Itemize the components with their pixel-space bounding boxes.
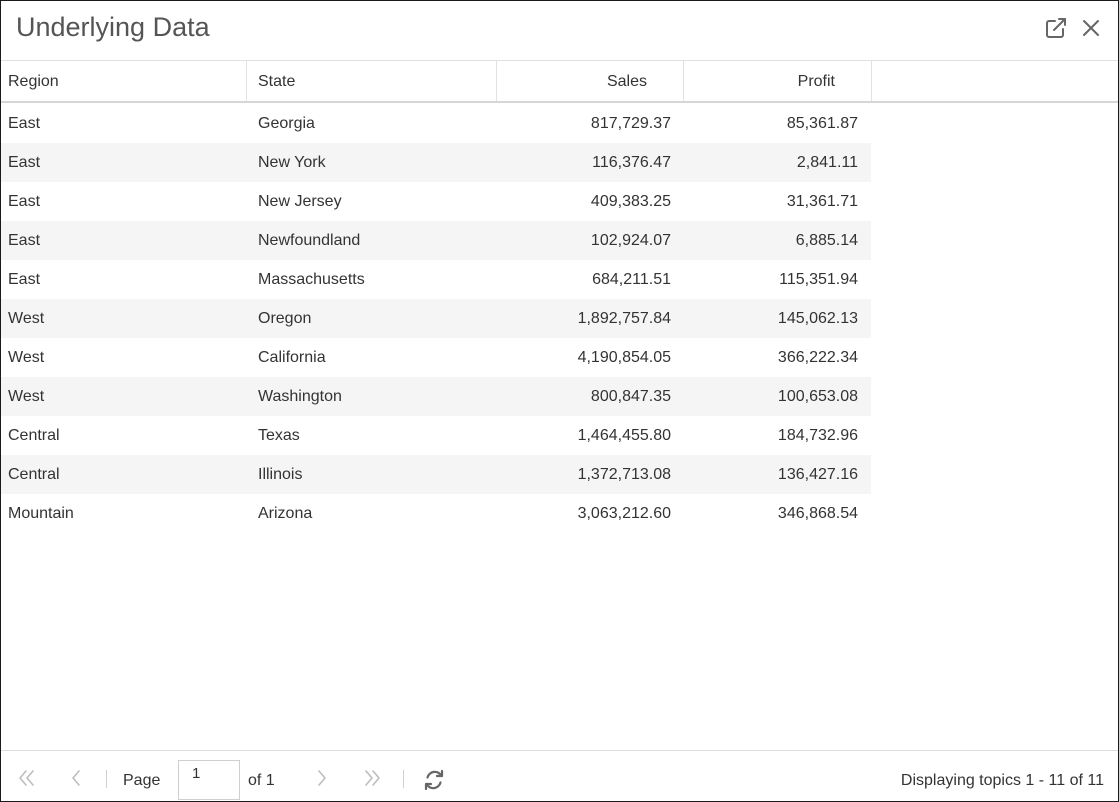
refresh-icon[interactable] [422, 768, 446, 792]
cell-region: East [8, 193, 41, 210]
cell-sales: 4,190,854.05 [577, 349, 671, 366]
cell-region: West [8, 349, 45, 366]
grid-body: East Georgia 817,729.37 85,361.87 East N… [1, 104, 1118, 533]
column-header-region[interactable]: Region [1, 61, 247, 101]
table-row[interactable]: East Massachusetts 684,211.51 115,351.94 [1, 260, 871, 299]
chevron-right-icon[interactable] [311, 767, 333, 789]
cell-state: New Jersey [258, 193, 342, 210]
table-row[interactable]: East Newfoundland 102,924.07 6,885.14 [1, 221, 871, 260]
cell-sales: 102,924.07 [590, 232, 671, 249]
cell-sales: 1,892,757.84 [577, 310, 671, 327]
external-link-icon[interactable] [1043, 15, 1069, 41]
column-header-sales[interactable]: Sales [497, 61, 684, 101]
cell-state: Georgia [258, 115, 315, 132]
cell-state: California [258, 349, 326, 366]
page-count-label: of 1 [248, 772, 275, 789]
cell-profit: 85,361.87 [786, 115, 858, 132]
cell-sales: 3,063,212.60 [577, 505, 671, 522]
cell-state: Arizona [258, 505, 313, 522]
title-bar: Underlying Data [1, 1, 1118, 61]
cell-sales: 800,847.35 [590, 388, 671, 405]
cell-profit: 2,841.11 [796, 154, 858, 171]
cell-state: Washington [258, 388, 342, 405]
separator [106, 770, 107, 788]
cell-state: Texas [258, 427, 300, 444]
chevron-left-icon[interactable] [65, 767, 87, 789]
cell-state: Illinois [258, 466, 303, 483]
cell-profit: 346,868.54 [777, 505, 858, 522]
cell-sales: 409,383.25 [590, 193, 671, 210]
page-number-input[interactable] [178, 760, 240, 800]
cell-region: West [8, 388, 45, 405]
table-row[interactable]: West California 4,190,854.05 366,222.34 [1, 338, 871, 377]
double-chevron-right-icon[interactable] [361, 767, 383, 789]
separator [403, 770, 404, 788]
cell-region: West [8, 310, 45, 327]
cell-region: East [8, 232, 41, 249]
cell-state: New York [258, 154, 326, 171]
cell-state: Oregon [258, 310, 312, 327]
dialog-title: Underlying Data [16, 12, 210, 42]
cell-region: East [8, 271, 41, 288]
double-chevron-left-icon[interactable] [16, 767, 38, 789]
cell-profit: 100,653.08 [777, 388, 858, 405]
cell-region: Central [8, 427, 60, 444]
cell-sales: 1,372,713.08 [577, 466, 671, 483]
table-row[interactable]: West Washington 800,847.35 100,653.08 [1, 377, 871, 416]
table-row[interactable]: West Oregon 1,892,757.84 145,062.13 [1, 299, 871, 338]
table-row[interactable]: Central Illinois 1,372,713.08 136,427.16 [1, 455, 871, 494]
cell-profit: 366,222.34 [777, 349, 858, 366]
cell-sales: 1,464,455.80 [577, 427, 671, 444]
cell-region: Mountain [8, 505, 74, 522]
grid-header: Region State Sales Profit [1, 61, 1118, 103]
table-row[interactable]: Mountain Arizona 3,063,212.60 346,868.54 [1, 494, 871, 533]
paging-toolbar: Page of 1 Displaying topics 1 - 11 of 11 [1, 750, 1118, 801]
display-info: Displaying topics 1 - 11 of 11 [900, 772, 1104, 789]
table-row[interactable]: Central Texas 1,464,455.80 184,732.96 [1, 416, 871, 455]
cell-state: Massachusetts [258, 271, 365, 288]
cell-profit: 31,361.71 [786, 193, 858, 210]
close-icon[interactable] [1078, 15, 1104, 41]
cell-profit: 184,732.96 [777, 427, 858, 444]
cell-profit: 145,062.13 [777, 310, 858, 327]
cell-profit: 115,351.94 [779, 271, 858, 288]
table-row[interactable]: East New Jersey 409,383.25 31,361.71 [1, 182, 871, 221]
cell-state: Newfoundland [258, 232, 361, 249]
cell-sales: 684,211.51 [592, 271, 671, 288]
underlying-data-dialog: Underlying Data Region State Sales Profi… [0, 0, 1119, 802]
column-header-profit[interactable]: Profit [684, 61, 872, 101]
cell-region: Central [8, 466, 60, 483]
cell-region: East [8, 154, 41, 171]
table-row[interactable]: East New York 116,376.47 2,841.11 [1, 143, 871, 182]
column-header-state[interactable]: State [247, 61, 497, 101]
cell-profit: 136,427.16 [777, 466, 858, 483]
cell-region: East [8, 115, 41, 132]
cell-profit: 6,885.14 [795, 232, 858, 249]
page-label: Page [123, 772, 161, 789]
cell-sales: 116,376.47 [592, 154, 671, 171]
table-row[interactable]: East Georgia 817,729.37 85,361.87 [1, 104, 871, 143]
cell-sales: 817,729.37 [590, 115, 671, 132]
